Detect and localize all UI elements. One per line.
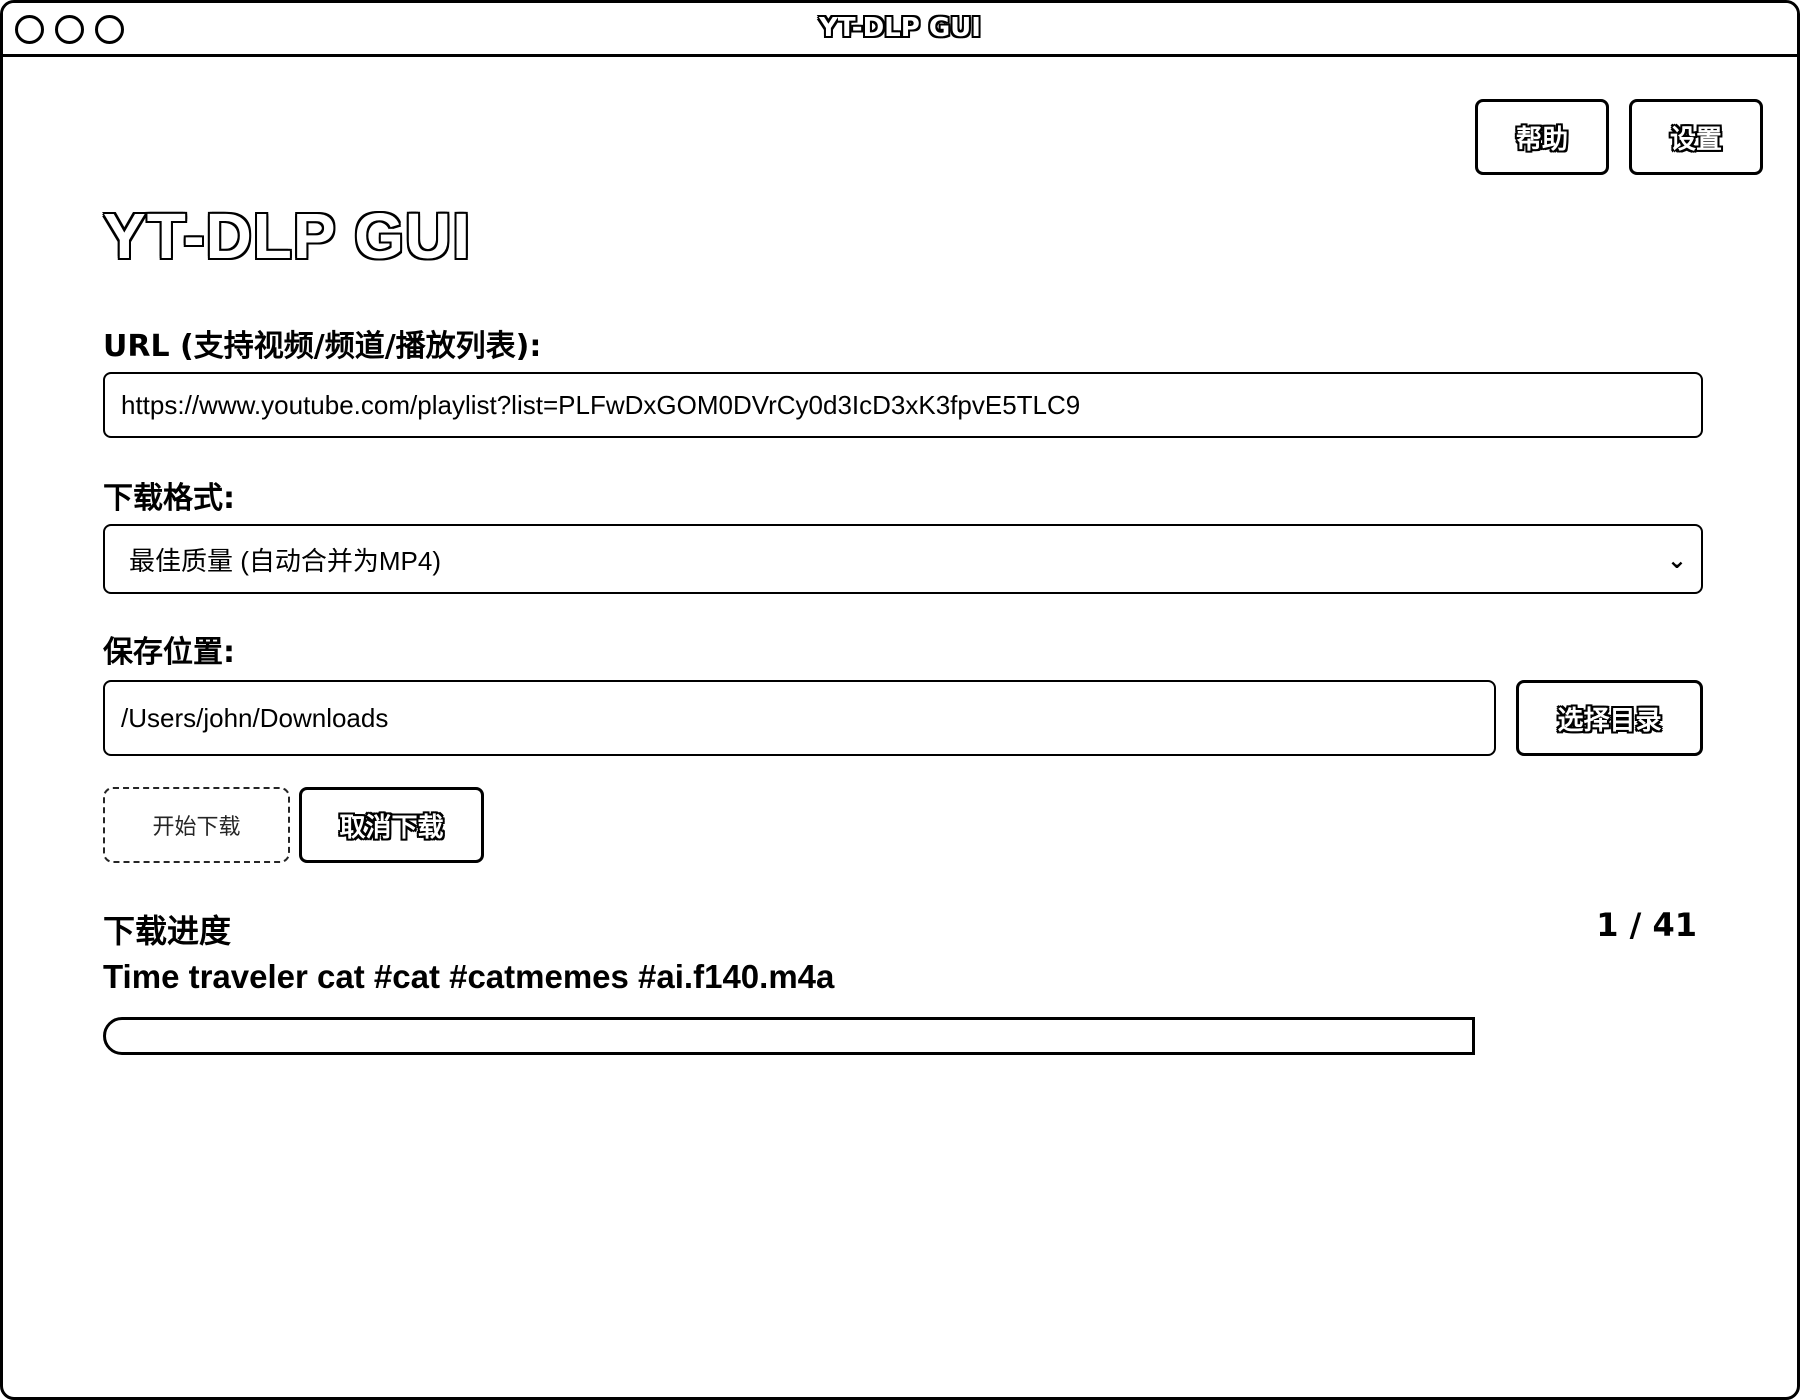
choose-directory-button[interactable]: 选择目录 bbox=[1516, 680, 1703, 756]
url-label: URL (支持视频/频道/播放列表): bbox=[103, 329, 542, 364]
current-file-name: Time traveler cat #cat #catmemes #ai.f14… bbox=[103, 958, 835, 995]
save-path-input[interactable]: /Users/john/Downloads bbox=[103, 680, 1496, 756]
format-select[interactable]: 最佳质量 (自动合并为MP4) ⌄ bbox=[103, 524, 1703, 594]
window-title: YT-DLP GUI bbox=[819, 13, 981, 43]
title-bar: YT-DLP GUI bbox=[3, 3, 1797, 57]
start-download-button[interactable]: 开始下载 bbox=[103, 787, 290, 863]
format-label: 下载格式: bbox=[103, 481, 235, 516]
progress-count: 1 / 41 bbox=[1596, 906, 1697, 944]
progress-bar bbox=[103, 1017, 1475, 1055]
page-title: YT-DLP GUI bbox=[103, 200, 471, 272]
settings-button[interactable]: 设置 bbox=[1629, 99, 1763, 175]
url-input[interactable]: https://www.youtube.com/playlist?list=PL… bbox=[103, 372, 1703, 438]
app-window: YT-DLP GUI 帮助 设置 YT-DLP GUI URL (支持视频/频道… bbox=[0, 0, 1800, 1400]
save-location-label: 保存位置: bbox=[103, 635, 235, 670]
progress-label: 下载进度 bbox=[103, 912, 232, 950]
chevron-down-icon: ⌄ bbox=[1666, 547, 1687, 574]
help-button[interactable]: 帮助 bbox=[1475, 99, 1609, 175]
cancel-download-button[interactable]: 取消下载 bbox=[299, 787, 484, 863]
format-selected-value: 最佳质量 (自动合并为MP4) bbox=[129, 545, 442, 576]
